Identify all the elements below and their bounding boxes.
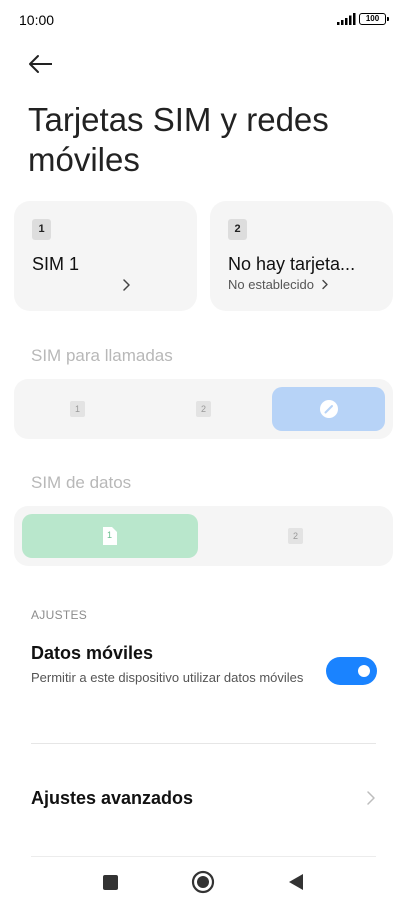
data-sim-selector: 1 2 — [14, 506, 393, 566]
data-option-sim-1[interactable]: 1 — [22, 514, 198, 558]
sim-status-text: No establecido — [228, 277, 314, 292]
sim-name: No hay tarjeta... — [228, 254, 356, 274]
mobile-data-title: Datos móviles — [31, 643, 154, 663]
divider — [31, 743, 376, 744]
battery-icon: 100 — [359, 13, 389, 25]
advanced-settings-label: Ajustes avanzados — [31, 788, 194, 808]
sim-chip: 2 — [196, 401, 211, 417]
nav-divider — [31, 856, 376, 857]
signal-icon — [337, 13, 356, 25]
calls-sim-selector: 1 2 — [14, 379, 393, 439]
calls-option-sim-1[interactable]: 1 — [14, 379, 140, 439]
chevron-right-icon — [123, 279, 130, 291]
data-section-label: SIM de datos — [31, 473, 132, 492]
sim-chip: 2 — [288, 528, 303, 544]
status-bar: 10:00 100 — [0, 0, 407, 40]
sim-slot-badge: 2 — [228, 219, 247, 240]
settings-section-header: AJUSTES — [31, 608, 88, 622]
sim-chip: 1 — [107, 530, 113, 540]
calls-option-sim-2[interactable]: 2 — [140, 379, 266, 439]
sim-status: No establecido — [228, 277, 329, 292]
edit-icon — [320, 400, 338, 418]
back-arrow-icon[interactable] — [24, 50, 58, 78]
chevron-right-icon — [367, 791, 375, 805]
sim-name: SIM 1 — [32, 254, 80, 274]
sim-chip: 1 — [70, 401, 85, 417]
status-time: 10:00 — [19, 12, 55, 28]
recents-square-icon[interactable] — [96, 868, 126, 896]
mobile-data-toggle[interactable] — [326, 657, 377, 685]
calls-option-ask[interactable] — [272, 387, 385, 431]
sim-card-1[interactable]: 1 SIM 1 — [14, 201, 197, 311]
data-option-sim-2[interactable]: 2 — [198, 506, 393, 566]
battery-level: 100 — [365, 14, 380, 23]
back-triangle-icon[interactable] — [281, 868, 311, 896]
home-circle-icon[interactable] — [188, 868, 218, 896]
mobile-data-description: Permitir a este dispositivo utilizar dat… — [31, 670, 304, 685]
chevron-right-icon — [321, 279, 328, 290]
page-title: Tarjetas SIM y redes móviles — [28, 101, 329, 178]
sim-slot-badge: 1 — [32, 219, 51, 240]
advanced-settings-row[interactable]: Ajustes avanzados — [0, 770, 407, 826]
calls-section-label: SIM para llamadas — [31, 346, 173, 365]
navigation-bar — [0, 858, 407, 906]
toggle-knob — [358, 665, 370, 677]
sim-card-2[interactable]: 2 No hay tarjeta... No establecido — [210, 201, 393, 311]
